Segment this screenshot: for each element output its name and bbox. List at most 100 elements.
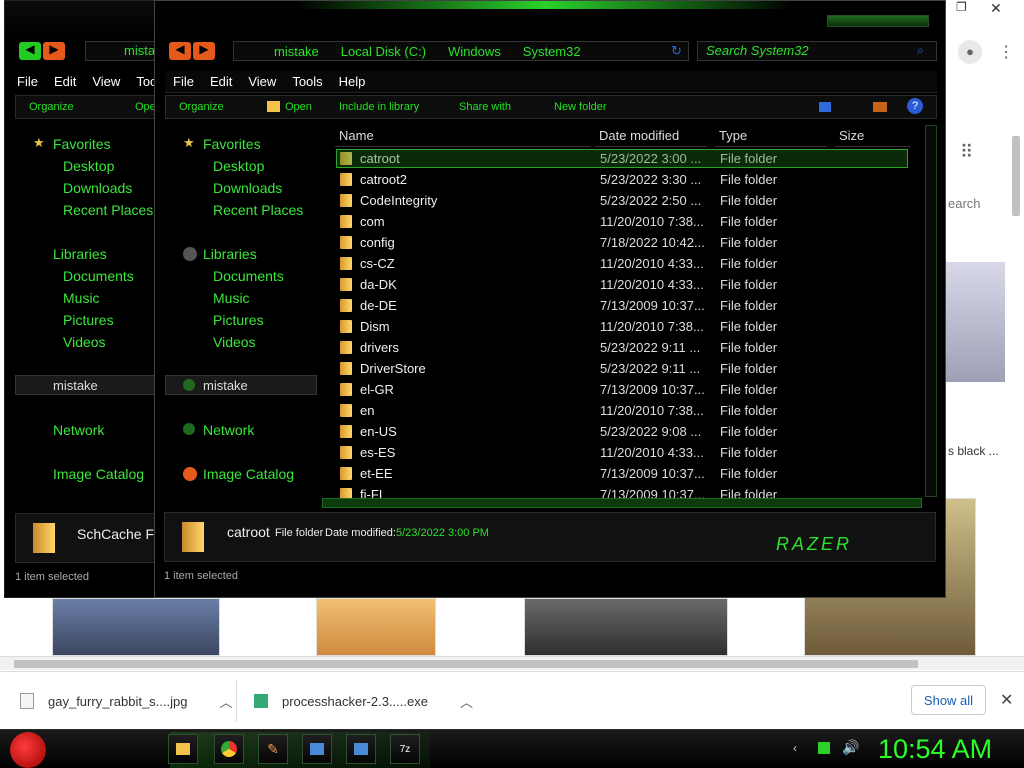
column-date-modified[interactable]: Date modified	[595, 125, 707, 147]
nav-videos[interactable]: Videos	[213, 334, 256, 350]
column-name[interactable]: Name	[335, 125, 591, 147]
menu-file[interactable]: File	[173, 74, 194, 89]
file-row[interactable]: drivers 5/23/2022 9:11 ... File folder	[340, 337, 908, 358]
favorites-label[interactable]: Favorites	[53, 136, 111, 152]
chevron-up-icon[interactable]: ︿	[219, 692, 232, 711]
file-row[interactable]: es-ES 11/20/2010 4:33... File folder	[340, 442, 908, 463]
menu-file[interactable]: File	[17, 74, 38, 89]
nav-image-catalog[interactable]: Image Catalog	[203, 466, 294, 482]
file-row[interactable]: da-DK 11/20/2010 4:33... File folder	[340, 274, 908, 295]
start-button-angry-bird-icon[interactable]	[10, 732, 46, 768]
organize-button[interactable]: Organize	[179, 101, 224, 113]
nav-recent-places[interactable]: Recent Places	[63, 202, 153, 218]
account-avatar-icon[interactable]: ●	[958, 40, 982, 64]
apps-grid-icon[interactable]: ⠿	[960, 142, 973, 163]
forward-button[interactable]: ▶	[193, 42, 215, 60]
menu-view[interactable]: View	[248, 74, 276, 89]
column-size[interactable]: Size	[835, 125, 911, 147]
volume-icon[interactable]: 🔊	[842, 739, 859, 756]
address-bar[interactable]: mistak	[85, 41, 162, 61]
breadcrumb-windows[interactable]: Windows	[448, 44, 501, 59]
image-caption[interactable]: s black ...	[948, 444, 999, 458]
file-row[interactable]: Dism 11/20/2010 7:38... File folder	[340, 316, 908, 337]
include-in-library-button[interactable]: Include in library	[339, 101, 419, 113]
homegroup-label[interactable]: mistake	[53, 378, 98, 393]
7zip-taskbar-icon[interactable]: 7z	[390, 734, 420, 764]
libraries-label[interactable]: Libraries	[53, 246, 107, 262]
libraries-label[interactable]: Libraries	[203, 246, 257, 262]
nav-music[interactable]: Music	[213, 290, 250, 306]
file-row[interactable]: DriverStore 5/23/2022 9:11 ... File folder	[340, 358, 908, 379]
file-row[interactable]: catroot2 5/23/2022 3:30 ... File folder	[340, 169, 908, 190]
scroll-v-thumb[interactable]	[1012, 136, 1020, 216]
file-row[interactable]: com 11/20/2010 7:38... File folder	[340, 211, 908, 232]
file-row[interactable]: config 7/18/2022 10:42... File folder	[340, 232, 908, 253]
nav-desktop[interactable]: Desktop	[63, 158, 114, 174]
favorites-label[interactable]: Favorites	[203, 136, 261, 152]
nav-documents[interactable]: Documents	[63, 268, 134, 284]
breadcrumb-mistake[interactable]: mistake	[274, 44, 319, 59]
nav-network[interactable]: Network	[53, 422, 104, 438]
network-tray-icon[interactable]	[818, 742, 830, 754]
search-icon[interactable]: ⌕	[917, 43, 924, 58]
open-button[interactable]: Open	[285, 101, 312, 113]
file-row[interactable]: en-US 5/23/2022 9:08 ... File folder	[340, 421, 908, 442]
nav-desktop[interactable]: Desktop	[213, 158, 264, 174]
image-thumbnail[interactable]	[316, 598, 436, 656]
image-thumbnail[interactable]	[524, 598, 728, 656]
homegroup-label[interactable]: mistake	[203, 378, 248, 393]
horizontal-scroll-track[interactable]	[322, 498, 922, 508]
close-downloads-icon[interactable]: ✕	[1000, 690, 1013, 710]
preview-pane-icon[interactable]	[873, 102, 887, 112]
chrome-taskbar-icon[interactable]	[214, 734, 244, 764]
organize-button[interactable]: Organize	[29, 101, 74, 113]
vertical-scrollbar[interactable]	[925, 125, 937, 497]
nav-pictures[interactable]: Pictures	[213, 312, 264, 328]
download-item[interactable]: processhacker-2.3.....exe ︿	[254, 688, 473, 714]
nav-documents[interactable]: Documents	[213, 268, 284, 284]
address-bar[interactable]: mistake Local Disk (C:) Windows System32	[233, 41, 689, 61]
explorer-taskbar-icon[interactable]	[168, 734, 198, 764]
horizontal-scrollbar[interactable]	[0, 656, 1024, 670]
view-icon[interactable]	[819, 102, 831, 112]
more-menu-icon[interactable]: ⋮	[998, 42, 1014, 62]
breadcrumb-local-disk[interactable]: Local Disk (C:)	[341, 44, 426, 59]
menu-edit[interactable]: Edit	[210, 74, 232, 89]
help-icon[interactable]: ?	[907, 98, 923, 114]
file-row[interactable]: et-EE 7/13/2009 10:37... File folder	[340, 463, 908, 484]
file-row[interactable]: el-GR 7/13/2009 10:37... File folder	[340, 379, 908, 400]
explorer-window-back[interactable]: ◀ ▶ mistak File Edit View Too Organize O…	[4, 0, 162, 598]
paint-taskbar-icon[interactable]: ✎	[258, 734, 288, 764]
menu-view[interactable]: View	[92, 74, 120, 89]
nav-network[interactable]: Network	[203, 422, 254, 438]
column-type[interactable]: Type	[715, 125, 827, 147]
nav-videos[interactable]: Videos	[63, 334, 106, 350]
nav-downloads[interactable]: Downloads	[63, 180, 132, 196]
back-button[interactable]: ◀	[19, 42, 41, 60]
download-item[interactable]: gay_furry_rabbit_s....jpg ︿	[20, 688, 232, 714]
nav-pictures[interactable]: Pictures	[63, 312, 114, 328]
file-row[interactable]: cs-CZ 11/20/2010 4:33... File folder	[340, 253, 908, 274]
image-thumbnail[interactable]	[52, 598, 220, 656]
menu-tools[interactable]: Tools	[292, 74, 322, 89]
menu-edit[interactable]: Edit	[54, 74, 76, 89]
forward-button[interactable]: ▶	[43, 42, 65, 60]
chevron-up-icon[interactable]: ︿	[460, 692, 473, 711]
app-taskbar-icon[interactable]	[346, 734, 376, 764]
menu-help[interactable]: Help	[339, 74, 366, 89]
window-restore-icon[interactable]: ❐	[956, 0, 972, 14]
search-input[interactable]: Search System32	[697, 41, 937, 61]
refresh-icon[interactable]: ↻	[671, 43, 682, 59]
window-controls[interactable]	[827, 15, 929, 27]
open-button[interactable]: Ope	[135, 101, 156, 113]
new-folder-button[interactable]: New folder	[554, 101, 607, 113]
image-thumbnail[interactable]	[945, 262, 1005, 382]
show-all-button[interactable]: Show all	[911, 685, 986, 715]
nav-recent-places[interactable]: Recent Places	[213, 202, 303, 218]
nav-downloads[interactable]: Downloads	[213, 180, 282, 196]
share-with-button[interactable]: Share with	[459, 101, 511, 113]
app-taskbar-icon[interactable]	[302, 734, 332, 764]
window-close-icon[interactable]: ✕	[990, 0, 1006, 16]
nav-image-catalog[interactable]: Image Catalog	[53, 466, 144, 482]
nav-music[interactable]: Music	[63, 290, 100, 306]
